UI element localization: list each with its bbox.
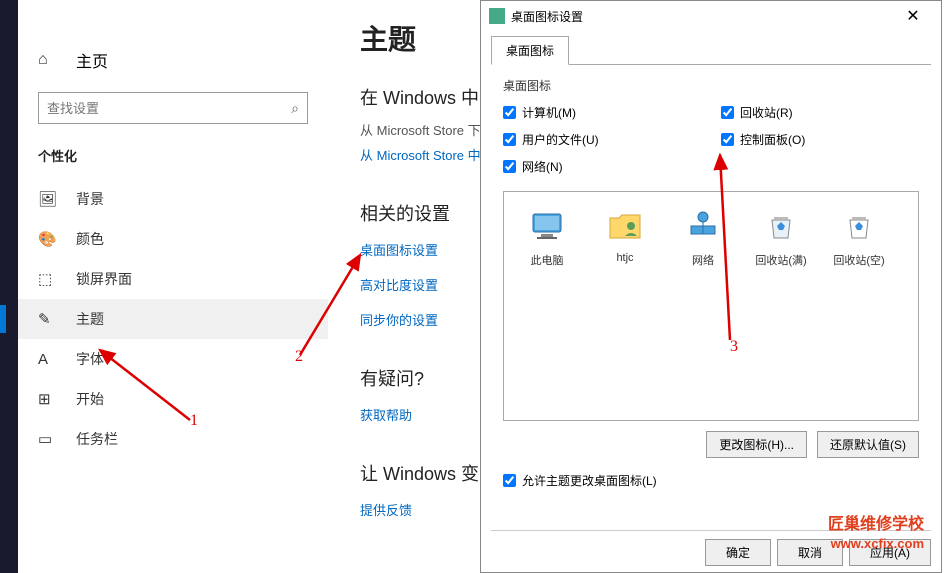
sidebar-item-label: 颜色 bbox=[76, 229, 104, 249]
checkbox[interactable] bbox=[503, 106, 516, 119]
icon-item-recycle-full[interactable]: 回收站(满) bbox=[746, 206, 816, 268]
checkbox[interactable] bbox=[503, 474, 516, 487]
dialog-title-text: 桌面图标设置 bbox=[511, 8, 893, 25]
search-input[interactable] bbox=[47, 101, 291, 116]
question-heading: 有疑问? bbox=[360, 365, 480, 391]
check-network[interactable]: 网络(N) bbox=[503, 158, 701, 175]
checkbox[interactable] bbox=[721, 106, 734, 119]
group-label: 桌面图标 bbox=[503, 77, 919, 94]
icon-label: 回收站(空) bbox=[824, 252, 894, 268]
allow-label: 允许主题更改桌面图标(L) bbox=[522, 472, 657, 489]
sidebar-item-fonts[interactable]: A 字体 bbox=[18, 339, 328, 379]
computer-icon bbox=[527, 206, 567, 246]
ok-button[interactable]: 确定 bbox=[705, 539, 771, 566]
checkbox[interactable] bbox=[721, 133, 734, 146]
network-icon bbox=[683, 206, 723, 246]
change-icon-button[interactable]: 更改图标(H)... bbox=[706, 431, 807, 458]
sidebar-item-themes[interactable]: ✎ 主题 bbox=[18, 299, 328, 339]
sidebar: ⌂ 主页 ⌕ 个性化 🖼 背景 🎨 颜色 ⬚ 锁屏界面 ✎ 主题 A 字体 ⊞ … bbox=[18, 0, 328, 573]
icon-label: htjc bbox=[590, 252, 660, 264]
sub-text: 从 Microsoft Store 下 bbox=[360, 120, 480, 139]
check-label: 网络(N) bbox=[522, 158, 563, 175]
close-button[interactable]: ✕ bbox=[893, 6, 933, 26]
icon-item-computer[interactable]: 此电脑 bbox=[512, 206, 582, 268]
theme-icon: ✎ bbox=[38, 310, 58, 328]
sidebar-item-start[interactable]: ⊞ 开始 bbox=[18, 379, 328, 419]
sub-heading: 在 Windows 中 bbox=[360, 84, 480, 110]
sidebar-item-label: 主题 bbox=[76, 309, 104, 329]
annotation-number-2: 2 bbox=[295, 348, 303, 366]
store-link[interactable]: 从 Microsoft Store 中 bbox=[360, 145, 480, 164]
picture-icon: 🖼 bbox=[38, 190, 58, 208]
restore-default-button[interactable]: 还原默认值(S) bbox=[817, 431, 919, 458]
main-content: 主题 在 Windows 中 从 Microsoft Store 下 从 Mic… bbox=[360, 18, 480, 525]
sidebar-item-label: 开始 bbox=[76, 389, 104, 409]
link-feedback[interactable]: 提供反馈 bbox=[360, 500, 480, 519]
palette-icon: 🎨 bbox=[38, 230, 58, 248]
start-icon: ⊞ bbox=[38, 390, 58, 408]
icon-label: 网络 bbox=[668, 252, 738, 268]
check-label: 计算机(M) bbox=[522, 104, 576, 121]
page-title: 主题 bbox=[360, 18, 480, 58]
sidebar-item-colors[interactable]: 🎨 颜色 bbox=[18, 219, 328, 259]
window-edge bbox=[0, 0, 18, 573]
home-button[interactable]: ⌂ 主页 bbox=[18, 40, 328, 80]
checkbox[interactable] bbox=[503, 160, 516, 173]
related-heading: 相关的设置 bbox=[360, 200, 480, 226]
icon-label: 回收站(满) bbox=[746, 252, 816, 268]
annotation-number-3: 3 bbox=[730, 338, 738, 356]
link-high-contrast[interactable]: 高对比度设置 bbox=[360, 275, 480, 294]
icon-label: 此电脑 bbox=[512, 252, 582, 268]
folder-user-icon bbox=[605, 206, 645, 246]
recycle-empty-icon bbox=[839, 206, 879, 246]
link-get-help[interactable]: 获取帮助 bbox=[360, 405, 480, 424]
dialog-icon bbox=[489, 8, 505, 24]
better-heading: 让 Windows 变 bbox=[360, 460, 480, 486]
dialog-titlebar: 桌面图标设置 ✕ bbox=[481, 1, 941, 31]
sidebar-item-label: 锁屏界面 bbox=[76, 269, 132, 289]
checkbox[interactable] bbox=[503, 133, 516, 146]
font-icon: A bbox=[38, 351, 58, 368]
annotation-number-1: 1 bbox=[190, 412, 198, 430]
link-sync-settings[interactable]: 同步你的设置 bbox=[360, 310, 480, 329]
check-label: 回收站(R) bbox=[740, 104, 793, 121]
section-title: 个性化 bbox=[18, 142, 328, 179]
check-computer[interactable]: 计算机(M) bbox=[503, 104, 701, 121]
tab-strip: 桌面图标 bbox=[491, 35, 931, 65]
tab-desktop-icons[interactable]: 桌面图标 bbox=[491, 36, 569, 65]
allow-theme-change[interactable]: 允许主题更改桌面图标(L) bbox=[503, 472, 919, 489]
sidebar-item-label: 任务栏 bbox=[76, 429, 118, 449]
sidebar-item-label: 字体 bbox=[76, 349, 104, 369]
watermark-url: www.xcfix.com bbox=[828, 536, 924, 553]
search-box[interactable]: ⌕ bbox=[38, 92, 308, 124]
sidebar-item-taskbar[interactable]: ▭ 任务栏 bbox=[18, 419, 328, 459]
check-userfiles[interactable]: 用户的文件(U) bbox=[503, 131, 701, 148]
icon-item-recycle-empty[interactable]: 回收站(空) bbox=[824, 206, 894, 268]
search-icon: ⌕ bbox=[291, 100, 299, 117]
sidebar-item-lockscreen[interactable]: ⬚ 锁屏界面 bbox=[18, 259, 328, 299]
check-recyclebin[interactable]: 回收站(R) bbox=[721, 104, 919, 121]
home-icon: ⌂ bbox=[38, 51, 58, 69]
check-label: 用户的文件(U) bbox=[522, 131, 599, 148]
taskbar-icon: ▭ bbox=[38, 430, 58, 448]
check-label: 控制面板(O) bbox=[740, 131, 805, 148]
home-label: 主页 bbox=[76, 48, 108, 72]
link-desktop-icon-settings[interactable]: 桌面图标设置 bbox=[360, 240, 480, 259]
recycle-full-icon bbox=[761, 206, 801, 246]
icon-preview-box: 此电脑 htjc 网络 回收站(满) 回收站(空) bbox=[503, 191, 919, 421]
sidebar-item-background[interactable]: 🖼 背景 bbox=[18, 179, 328, 219]
lock-icon: ⬚ bbox=[38, 270, 58, 288]
sidebar-item-label: 背景 bbox=[76, 189, 104, 209]
watermark-name: 匠巢维修学校 bbox=[828, 515, 924, 536]
desktop-icon-settings-dialog: 桌面图标设置 ✕ 桌面图标 桌面图标 计算机(M) 回收站(R) 用户的文件(U… bbox=[480, 0, 942, 573]
icon-item-network[interactable]: 网络 bbox=[668, 206, 738, 268]
check-controlpanel[interactable]: 控制面板(O) bbox=[721, 131, 919, 148]
icon-item-user[interactable]: htjc bbox=[590, 206, 660, 268]
watermark: 匠巢维修学校 www.xcfix.com bbox=[828, 515, 924, 553]
